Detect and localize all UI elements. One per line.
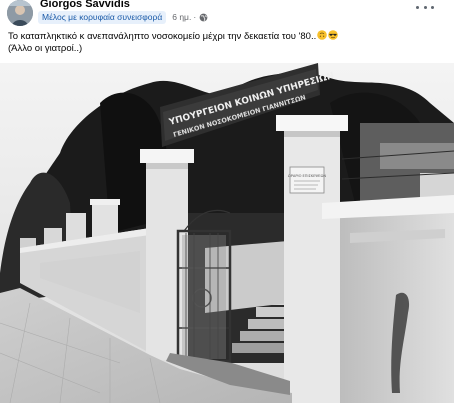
facebook-post: Giorgos Savvidis Μέλος με κορυφαία συνει…: [0, 0, 454, 409]
plaque-text: ΩΡΑΡΙΟ ΕΠΙΣΚΕΨΕΩΝ: [288, 174, 326, 178]
more-dot-icon: [431, 5, 434, 9]
meta-separator: ·: [193, 12, 197, 22]
avatar-photo-icon: [7, 0, 33, 26]
post-caption: Το καταπληκτικό κ ανεπανάληπτο νοσοκομεί…: [8, 30, 448, 55]
sunglasses-face-icon: [328, 30, 339, 40]
post-header: Giorgos Savvidis Μέλος με κορυφαία συνει…: [0, 0, 454, 26]
upside-down-face-icon: [317, 30, 328, 40]
hospital-photo: ΥΠΟΥΡΓΕΙΟΝ ΚΟΙΝΩΝ ΥΠΗΡΕΣΙΩΝ ΓΕΝΙΚΟΝ ΝΟΣΟ…: [0, 63, 454, 403]
author-name[interactable]: Giorgos Savvidis: [40, 0, 130, 10]
post-time[interactable]: 6 ημ.: [172, 12, 191, 22]
caption-line-1: Το καταπληκτικό κ ανεπανάληπτο νοσοκομεί…: [8, 30, 448, 43]
more-dot-icon: [423, 5, 427, 9]
caption-text-1: Το καταπληκτικό κ ανεπανάληπτο νοσοκομεί…: [8, 31, 317, 42]
top-contributor-badge[interactable]: Μέλος με κορυφαία συνεισφορά: [38, 10, 167, 24]
globe-icon: [199, 13, 208, 21]
post-photo[interactable]: ΥΠΟΥΡΓΕΙΟΝ ΚΟΙΝΩΝ ΥΠΗΡΕΣΙΩΝ ΓΕΝΙΚΟΝ ΝΟΣΟ…: [0, 63, 454, 403]
caption-text-2: (Άλλο οι γιατροί..): [8, 43, 83, 54]
more-options-button[interactable]: [416, 1, 434, 13]
author-avatar[interactable]: [7, 0, 33, 26]
post-meta: Μέλος με κορυφαία συνεισφορά 6 ημ. ·: [38, 10, 208, 24]
more-dot-icon: [416, 5, 419, 9]
